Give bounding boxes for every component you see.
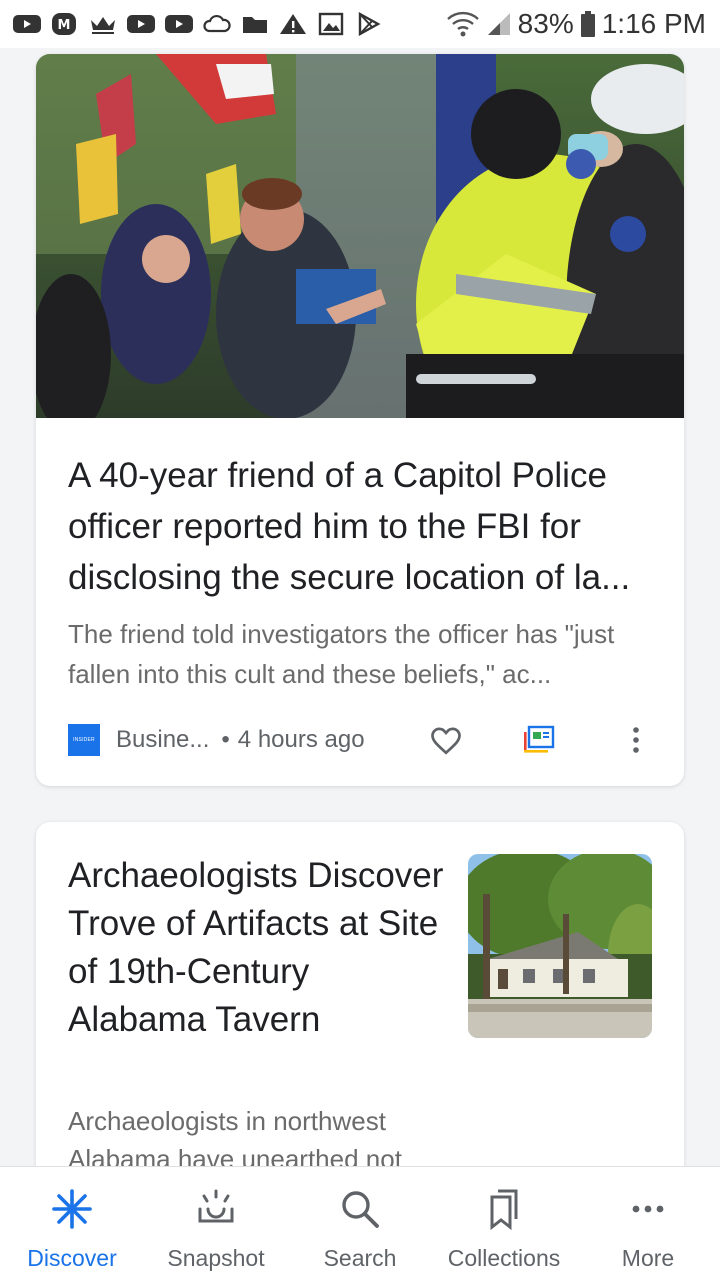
nav-label: Search — [323, 1245, 397, 1271]
snapshot-icon — [198, 1189, 234, 1223]
like-heart-icon[interactable] — [428, 722, 464, 758]
nav-label: More — [621, 1245, 675, 1271]
publish-time: 4 hours ago — [237, 726, 365, 753]
article-thumbnail — [468, 854, 652, 1038]
battery-percent: 83% — [517, 8, 574, 39]
search-icon — [342, 1191, 379, 1228]
nav-collections[interactable]: Collections — [434, 1167, 574, 1272]
youtube-icon — [12, 12, 42, 36]
article-headline[interactable]: A 40-year friend of a Capitol Police off… — [68, 450, 658, 603]
nav-label: Discover — [27, 1245, 117, 1271]
play-store-icon — [354, 12, 384, 36]
article-meta: INSIDER Busine... • 4 hours ago — [68, 722, 658, 758]
battery-icon — [580, 10, 596, 38]
status-bar: M 83% 1:16 PM — [0, 0, 720, 48]
system-status: 83% 1:16 PM — [446, 8, 706, 40]
m-app-icon: M — [50, 12, 80, 36]
news-card[interactable]: Archaeologists Discover Trove of Artifac… — [36, 822, 684, 1222]
image-icon — [316, 12, 346, 36]
nav-search[interactable]: Search — [290, 1167, 430, 1272]
clock: 1:16 PM — [601, 8, 706, 39]
warning-icon — [278, 12, 308, 36]
cloud-icon — [202, 12, 232, 36]
nav-more[interactable]: More — [578, 1167, 718, 1272]
full-coverage-icon[interactable] — [520, 722, 556, 758]
folder-icon — [240, 12, 270, 36]
source-name[interactable]: Busine... — [116, 726, 209, 754]
article-headline[interactable]: Archaeologists Discover Trove of Artifac… — [68, 852, 448, 1044]
nav-label: Snapshot — [167, 1245, 265, 1271]
article-hero-image — [36, 54, 684, 418]
overflow-menu-icon[interactable] — [626, 722, 646, 758]
youtube-icon — [164, 12, 194, 36]
collections-icon — [490, 1189, 518, 1231]
nav-discover[interactable]: Discover — [2, 1167, 142, 1272]
signal-icon — [486, 11, 512, 37]
svg-text:M: M — [58, 18, 71, 33]
meta-separator: • — [221, 726, 230, 753]
more-icon — [632, 1205, 664, 1213]
nav-snapshot[interactable]: Snapshot — [146, 1167, 286, 1272]
wifi-icon — [446, 10, 480, 38]
article-snippet: The friend told investigators the office… — [68, 619, 615, 689]
nav-label: Collections — [447, 1245, 561, 1271]
crown-icon — [88, 12, 118, 36]
bottom-navigation: Discover Snapshot Search Collections Mor… — [0, 1166, 720, 1281]
source-logo: INSIDER — [68, 724, 100, 756]
notification-icons: M — [12, 12, 384, 36]
youtube-icon — [126, 12, 156, 36]
news-card[interactable]: A 40-year friend of a Capitol Police off… — [36, 54, 684, 786]
discover-icon — [52, 1189, 92, 1229]
